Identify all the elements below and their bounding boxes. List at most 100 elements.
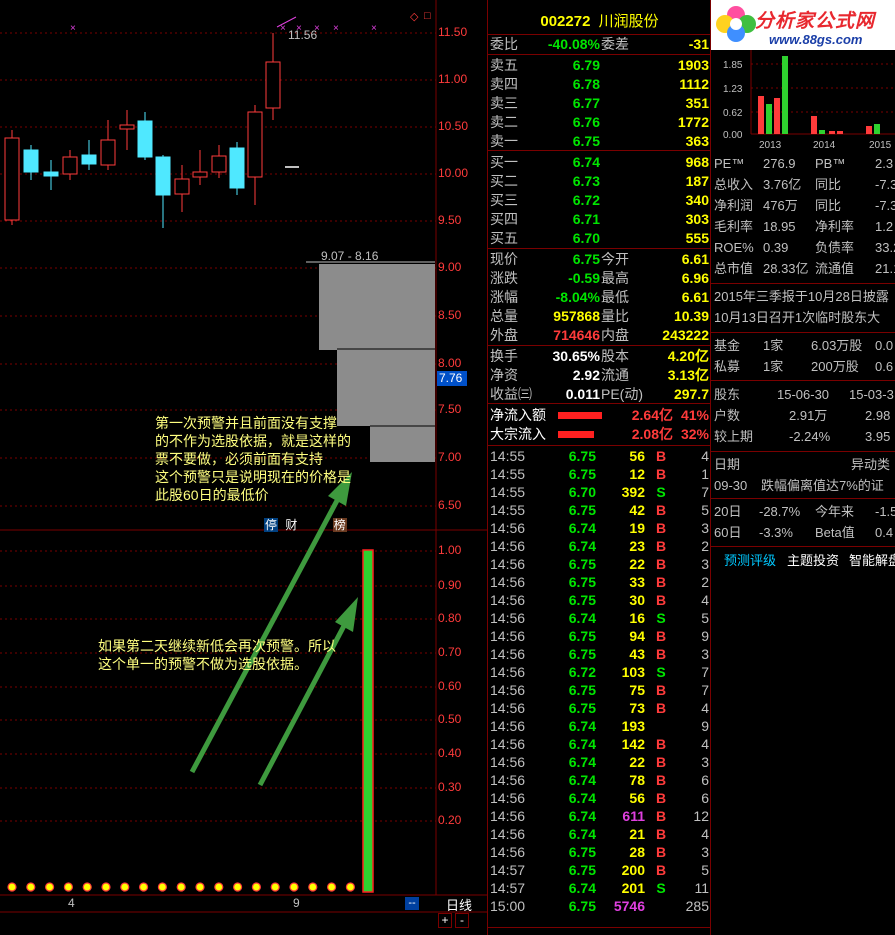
candle-body	[43, 171, 59, 177]
indicator-axis-label: 0.30	[438, 780, 462, 794]
tick-row: 14:56 6.75 94 B 9	[490, 628, 709, 644]
tick-row: 14:56 6.74 611 B 12	[490, 808, 709, 824]
fin-bar	[758, 96, 764, 134]
tick-row: 14:56 6.74 19 B 3	[490, 520, 709, 536]
top-right-marker-icon-2: □	[424, 10, 431, 22]
perf-row: 60日 -3.3% Beta值 0.4	[714, 525, 894, 540]
finance-row: 总市值28.33亿流通值21.10	[714, 261, 895, 276]
price-axis-label: 6.50	[438, 498, 462, 512]
fin-bar	[819, 130, 825, 134]
signal-marker: ×	[280, 23, 286, 34]
price-axis-label: 10.00	[438, 166, 469, 180]
tick-row: 14:56 6.74 21 B 4	[490, 826, 709, 842]
fin-year-label: 2014	[813, 140, 836, 150]
site-logo: 分析家公式网 www.88gs.com	[711, 0, 895, 50]
signal-dot	[26, 882, 36, 892]
signal-dot	[120, 882, 130, 892]
bid-level-3: 买三 6.72 340	[490, 192, 709, 208]
fin-bar	[866, 126, 872, 134]
event-tag-halt[interactable]: 停	[264, 518, 279, 532]
price-axis-label: 10.50	[438, 119, 469, 133]
indicator-axis-label: 0.20	[438, 813, 462, 827]
tab-theme[interactable]: 主题投资	[787, 550, 839, 571]
stock-name: 川润股份	[598, 13, 659, 30]
holders-row: 较上期 -2.24% 3.95	[714, 429, 891, 444]
logo-url[interactable]: www.88gs.com	[769, 32, 862, 47]
flow-bar	[558, 431, 594, 438]
stock-code: 002272	[540, 13, 591, 30]
signal-dot	[345, 882, 355, 892]
tick-row: 14:56 6.75 75 B 7	[490, 682, 709, 698]
signal-dot	[289, 882, 299, 892]
price-axis-label: 9.00	[438, 260, 462, 274]
event-tag-finance[interactable]: 财	[285, 518, 297, 532]
tick-row: 14:57 6.75 200 B 5	[490, 862, 709, 878]
bid-level-5: 买五 6.70 555	[490, 230, 709, 246]
money-flow-row: 净流入额 2.64亿 41%	[490, 407, 709, 423]
tick-row: 14:56 6.75 30 B 4	[490, 592, 709, 608]
indicator-axis-label: 0.70	[438, 645, 462, 659]
range-label: 9.07 - 8.16	[321, 249, 379, 263]
quote-stat-row: 涨幅 -8.04% 最低 6.61	[490, 289, 709, 305]
candle-body	[23, 149, 39, 173]
signal-dot	[308, 882, 318, 892]
candle-body	[247, 111, 263, 178]
signal-marker: ×	[70, 23, 76, 34]
finance-row: 总收入3.76亿同比-7.3	[714, 177, 895, 192]
wei-cha-value: -31	[688, 36, 709, 52]
price-axis-label: 9.50	[438, 213, 462, 227]
candle-body	[192, 171, 208, 178]
tick-row: 14:55 6.75 42 B 5	[490, 502, 709, 518]
zoom-out-button[interactable]: -	[455, 913, 469, 928]
zoom-in-button[interactable]: +	[438, 913, 452, 928]
bid-level-4: 买四 6.71 303	[490, 211, 709, 227]
fin-y-tick: 1.23	[723, 84, 743, 95]
info-panel: 分析家公式网 www.88gs.com 1.85 1.23 0.62 0.00 2013…	[710, 0, 895, 935]
finance-row: PE™ 276.9 PB™ 2.3	[714, 156, 894, 171]
signal-dot	[7, 882, 17, 892]
quote-panel: 002272 川润股份 委比 -40.08% 委差 -31 卖五 6.79 19…	[487, 0, 710, 935]
tab-smart[interactable]: 智能解盘	[849, 550, 895, 571]
x-axis-more-button[interactable]: --	[405, 897, 419, 910]
candle-body	[100, 139, 116, 166]
indicator-axis-label: 0.40	[438, 746, 462, 760]
flower-logo-icon	[716, 6, 756, 42]
tick-row: 15:00 6.75 5746 285	[490, 898, 709, 914]
tick-row: 14:56 6.72 103 S 7	[490, 664, 709, 680]
wei-bi-row: 委比 -40.08% 委差 -31	[490, 36, 709, 52]
news-row: 10月13日召开1次临时股东大	[714, 310, 881, 325]
range-box-1	[319, 264, 435, 350]
fin-y-tick: 1.85	[723, 60, 743, 71]
fund-row: 基金 1家 6.03万股 0.0	[714, 338, 894, 353]
fin-y-tick: 0.00	[723, 130, 743, 141]
price-axis-label: 8.00	[438, 356, 462, 370]
chart-area[interactable]: × × × × × × ◇ □ 11.56 9.07 - 8.16 11.50 11.00 1…	[0, 0, 487, 935]
fin-year-label: 2015	[869, 140, 892, 150]
event-tag-rank[interactable]: 榜	[332, 518, 347, 532]
candle-body	[155, 156, 171, 196]
tick-row: 14:55 6.75 56 B 4	[490, 448, 709, 464]
fin-bar	[829, 131, 835, 134]
finance-row: 毛利率 18.95 净利率 1.2	[714, 219, 894, 234]
top-right-marker-icon: ◇	[410, 11, 419, 23]
bid-level-2: 买二 6.73 187	[490, 173, 709, 189]
finance-row: 净利润476万同比-7.3	[714, 198, 895, 213]
candle-body	[62, 156, 78, 175]
bid-level-1: 买一 6.74 968	[490, 154, 709, 170]
fin-bar	[837, 131, 843, 134]
signal-dot	[44, 882, 55, 892]
tick-row: 14:56 6.75 28 B 3	[490, 844, 709, 860]
tick-row: 14:56 6.75 73 B 4	[490, 700, 709, 716]
indicator-axis-label: 1.00	[438, 543, 462, 557]
signal-dot	[233, 882, 243, 892]
tick-row: 14:56 6.74 16 S 5	[490, 610, 709, 626]
candle-body	[137, 120, 153, 158]
range-box-3	[370, 426, 435, 462]
x-axis-tick-2: 9	[293, 896, 300, 910]
tab-forecast[interactable]: 预测评级	[724, 550, 776, 571]
candle-body	[211, 155, 227, 173]
candle-body	[119, 124, 135, 130]
current-price-tag: 7.76	[437, 371, 467, 386]
signal-dot	[63, 882, 74, 892]
period-label[interactable]: 日线	[446, 895, 472, 914]
